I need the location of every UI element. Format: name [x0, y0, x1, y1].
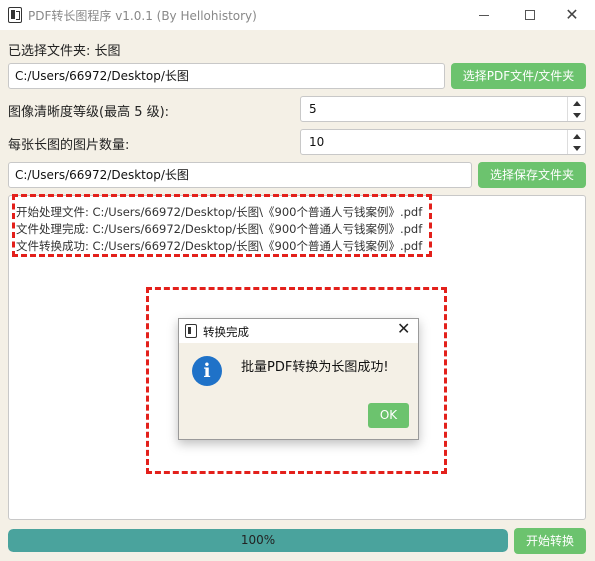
progress-text: 100%	[240, 533, 276, 547]
app-icon	[8, 7, 22, 23]
start-convert-button[interactable]: 开始转换	[514, 528, 586, 554]
arrow-up-icon	[572, 100, 581, 106]
images-per-long-value: 10	[309, 135, 325, 149]
dialog-title-bar: 转换完成 ✕	[179, 319, 418, 343]
clarity-label: 图像清晰度等级(最高 5 级):	[8, 105, 170, 120]
maximize-button[interactable]	[507, 0, 553, 30]
images-per-long-stepper	[567, 130, 585, 154]
clarity-down-button[interactable]	[568, 109, 585, 121]
save-path-field[interactable]: C:/Users/66972/Desktop/长图	[8, 162, 472, 188]
window-title: PDF转长图程序 v1.0.1 (By Hellohistory)	[28, 9, 257, 23]
info-icon: i	[192, 356, 222, 386]
close-button[interactable]: ✕	[549, 0, 595, 30]
images-up-button[interactable]	[568, 130, 585, 142]
arrow-up-icon	[572, 133, 581, 139]
clarity-up-button[interactable]	[568, 97, 585, 109]
log-highlight-box	[12, 194, 432, 257]
arrow-down-icon	[572, 112, 581, 118]
images-per-long-label: 每张长图的图片数量:	[8, 138, 130, 153]
minimize-icon	[479, 14, 489, 16]
maximize-icon	[525, 10, 535, 20]
source-path-field[interactable]: C:/Users/66972/Desktop/长图	[8, 63, 445, 89]
progress-bar: 100%	[8, 529, 508, 552]
minimize-button[interactable]	[461, 0, 507, 30]
clarity-value: 5	[309, 102, 317, 116]
select-pdf-button[interactable]: 选择PDF文件/文件夹	[451, 63, 586, 89]
dialog-message: 批量PDF转换为长图成功!	[241, 360, 389, 375]
clarity-stepper	[567, 97, 585, 121]
dialog-title: 转换完成	[203, 325, 249, 339]
select-save-folder-button[interactable]: 选择保存文件夹	[478, 162, 586, 188]
title-bar: PDF转长图程序 v1.0.1 (By Hellohistory) ✕	[0, 0, 595, 30]
close-icon: ✕	[565, 5, 579, 24]
dialog-ok-button[interactable]: OK	[368, 403, 409, 428]
dialog-close-icon[interactable]: ✕	[397, 321, 410, 337]
selected-folder-label: 已选择文件夹: 长图	[8, 44, 121, 59]
images-down-button[interactable]	[568, 142, 585, 154]
arrow-down-icon	[572, 145, 581, 151]
dialog-app-icon	[185, 324, 197, 338]
conversion-complete-dialog: 转换完成 ✕ i 批量PDF转换为长图成功! OK	[178, 318, 419, 440]
images-per-long-spinbox[interactable]: 10	[300, 129, 586, 155]
clarity-spinbox[interactable]: 5	[300, 96, 586, 122]
